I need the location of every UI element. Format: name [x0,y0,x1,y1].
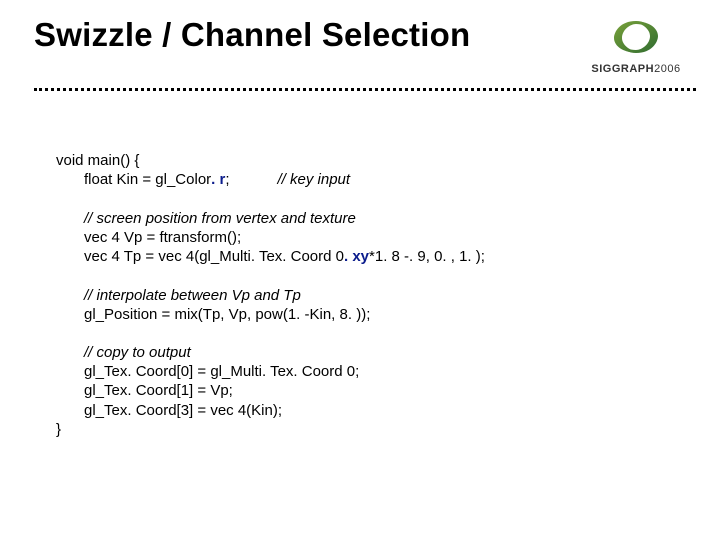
logo-icon [610,18,662,56]
code-line: } [56,421,61,438]
logo-text: SIGGRAPH2006 [576,63,696,75]
code-comment: // key input [278,171,351,188]
logo-year: 2006 [654,63,680,75]
code-line: vec 4 Vp = ftransform(); [84,229,241,246]
code-line: gl_Tex. Coord[0] = gl_Multi. Tex. Coord … [84,363,359,380]
slide-title: Swizzle / Channel Selection [34,16,470,54]
header-divider [34,88,696,91]
code-line: float Kin = gl_Color [84,171,211,188]
code-line: vec 4 Tp = vec 4(gl_Multi. Tex. Coord 0 [84,248,344,265]
code-line: void main() { [56,152,139,169]
code-line: gl_Position = mix(Tp, Vp, pow(1. -Kin, 8… [84,306,370,323]
code-line: gl_Tex. Coord[3] = vec 4(Kin); [84,402,282,419]
code-line: *1. 8 -. 9, 0. , 1. ); [369,248,485,265]
code-line: ; [225,171,229,188]
code-comment: // copy to output [84,344,191,361]
slide: Swizzle / Channel Selection SIGGRAPH2006… [0,0,720,540]
code-line: gl_Tex. Coord[1] = Vp; [84,382,233,399]
code-comment: // interpolate between Vp and Tp [84,287,301,304]
code-block: void main() { float Kin = gl_Color. r; //… [56,132,485,458]
siggraph-logo: SIGGRAPH2006 [576,18,696,75]
code-comment: // screen position from vertex and textu… [84,210,356,227]
swizzle-r: . r [211,171,225,188]
logo-brand: SIGGRAPH [591,63,654,75]
swizzle-xy: . xy [344,248,369,265]
